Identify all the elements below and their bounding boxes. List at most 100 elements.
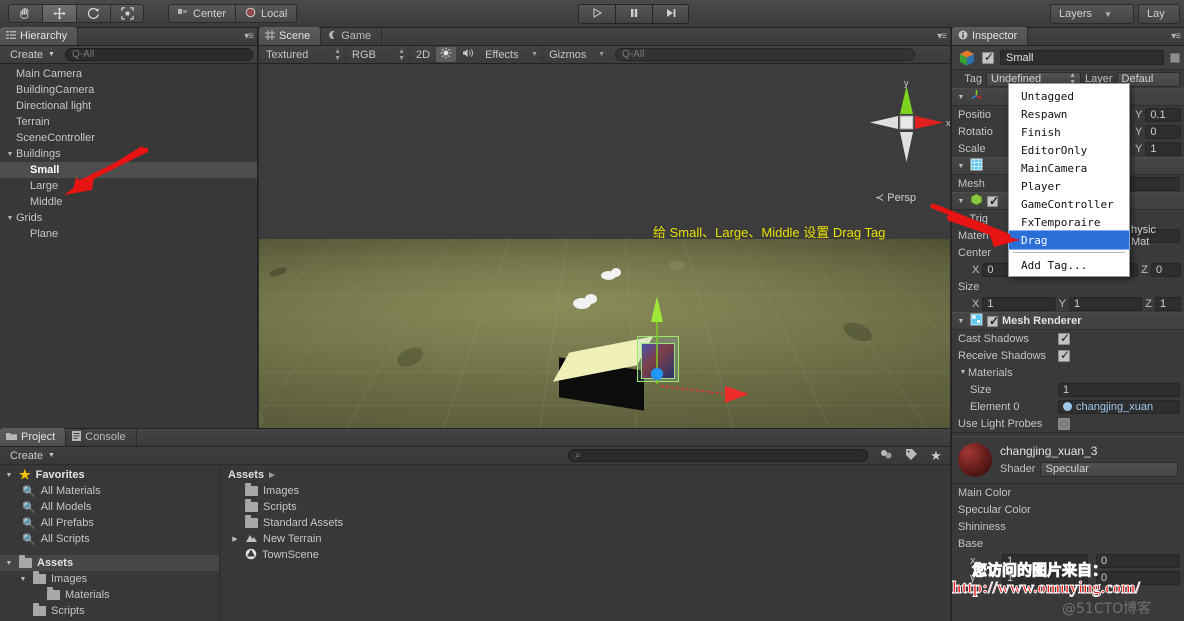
size-y-input[interactable]: 1 bbox=[1068, 296, 1143, 311]
tab-hierarchy[interactable]: Hierarchy bbox=[0, 27, 79, 45]
mesh-renderer-component-header[interactable]: ▼ Mesh Renderer bbox=[952, 312, 1184, 330]
scene-axis-gizmo[interactable]: y x bbox=[862, 78, 950, 168]
object-active-checkbox[interactable] bbox=[982, 50, 994, 64]
scale-tool-button[interactable] bbox=[110, 4, 144, 23]
tiling-x-input[interactable]: 1 bbox=[1002, 553, 1088, 568]
perspective-label[interactable]: ≺ Persp bbox=[875, 191, 916, 204]
hand-tool-button[interactable] bbox=[8, 4, 42, 23]
material-prop-shininess[interactable]: Shininess bbox=[952, 518, 1184, 535]
chevron-down-icon[interactable]: ▼ bbox=[956, 318, 966, 325]
rotate-tool-button[interactable] bbox=[76, 4, 110, 23]
color-mode-dropdown[interactable]: RGB ▲ ▼ bbox=[348, 47, 410, 62]
material-prop-main-color[interactable]: Main Color bbox=[952, 484, 1184, 501]
project-tree-item-scripts[interactable]: Scripts bbox=[0, 603, 219, 619]
tag-dropdown-menu[interactable]: Untagged Respawn Finish EditorOnly MainCamer… bbox=[1008, 83, 1130, 277]
chevron-down-icon[interactable]: ▼ bbox=[4, 151, 16, 158]
asset-item-standard-assets[interactable]: Standard Assets bbox=[220, 515, 950, 531]
materials-row[interactable]: ▼ Materials bbox=[952, 364, 1184, 381]
offset-y-input[interactable]: 0 bbox=[1096, 570, 1180, 585]
receive-shadows-checkbox[interactable] bbox=[1058, 348, 1070, 362]
hierarchy-item-scenecontroller[interactable]: ▼SceneController bbox=[0, 130, 257, 146]
inspector-menu-icon[interactable]: ▾≡ bbox=[1171, 31, 1181, 42]
play-button[interactable] bbox=[578, 4, 615, 24]
chevron-down-icon[interactable]: ▼ bbox=[956, 163, 966, 170]
asset-item-new-terrain[interactable]: ▶ New Terrain bbox=[220, 531, 950, 547]
static-checkbox[interactable] bbox=[1170, 52, 1180, 63]
size-x-input[interactable]: 1 bbox=[982, 296, 1056, 311]
cast-shadows-checkbox[interactable] bbox=[1058, 331, 1070, 345]
rotation-y-input[interactable]: 0 bbox=[1145, 124, 1181, 139]
filter-type-button[interactable] bbox=[876, 448, 897, 463]
hierarchy-item-terrain[interactable]: ▼Terrain bbox=[0, 114, 257, 130]
hierarchy-item-large[interactable]: ▼ Large bbox=[0, 178, 257, 194]
menu-item-player[interactable]: Player bbox=[1009, 177, 1129, 195]
project-create-button[interactable]: Create ▼ bbox=[4, 449, 60, 463]
hierarchy-item-small[interactable]: ▼ Small bbox=[0, 162, 257, 178]
menu-item-fxtemporaire[interactable]: FxTemporaire bbox=[1009, 213, 1129, 231]
asset-item-scripts[interactable]: Scripts bbox=[220, 499, 950, 515]
hierarchy-item-plane[interactable]: ▼ Plane bbox=[0, 226, 257, 242]
toggle-lighting-button[interactable] bbox=[436, 47, 457, 62]
tab-project[interactable]: Project bbox=[0, 428, 67, 446]
space-toggle-button[interactable]: Local bbox=[235, 4, 298, 23]
favorites-root[interactable]: ▼ ★ Favorites bbox=[0, 467, 219, 483]
hierarchy-item-grids[interactable]: ▼ Grids bbox=[0, 210, 257, 226]
chevron-down-icon[interactable]: ▼ bbox=[4, 472, 14, 479]
chevron-down-icon[interactable]: ▼ bbox=[4, 560, 14, 567]
tab-inspector[interactable]: Inspector bbox=[952, 27, 1029, 45]
menu-item-untagged[interactable]: Untagged bbox=[1009, 87, 1129, 105]
offset-x-input[interactable]: 0 bbox=[1096, 553, 1180, 568]
chevron-down-icon[interactable]: ▼ bbox=[4, 215, 16, 222]
tab-console[interactable]: Console bbox=[66, 428, 137, 446]
effects-dropdown[interactable]: Effects ▼ bbox=[481, 47, 544, 62]
project-search-input[interactable]: ⌕ bbox=[568, 449, 868, 462]
hierarchy-create-button[interactable]: Create ▼ bbox=[4, 48, 61, 62]
favorite-button[interactable]: ★ bbox=[926, 448, 946, 463]
asset-item-townscene[interactable]: TownScene bbox=[220, 547, 950, 563]
favorite-item-all-materials[interactable]: 🔍 All Materials bbox=[0, 483, 219, 499]
material-prop-specular-color[interactable]: Specular Color bbox=[952, 501, 1184, 518]
hierarchy-item-buildings[interactable]: ▼ Buildings bbox=[0, 146, 257, 162]
menu-item-drag[interactable]: Drag bbox=[1008, 230, 1130, 250]
draw-mode-dropdown[interactable]: Textured ▲ ▼ bbox=[262, 47, 346, 62]
scene-viewport[interactable]: 给 Small、Large、Middle 设置 Drag Tag y x ≺ P… bbox=[259, 64, 950, 445]
box-collider-enabled-checkbox[interactable] bbox=[987, 194, 999, 208]
toggle-2d-button[interactable]: 2D bbox=[412, 47, 434, 62]
material-prop-base[interactable]: Base bbox=[952, 535, 1184, 552]
menu-item-editoronly[interactable]: EditorOnly bbox=[1009, 141, 1129, 159]
object-name-input[interactable]: Small bbox=[1000, 50, 1164, 65]
move-gizmo[interactable] bbox=[629, 254, 759, 404]
pause-button[interactable] bbox=[615, 4, 652, 24]
assets-root[interactable]: ▼ Assets bbox=[0, 555, 219, 571]
mesh-renderer-enabled-checkbox[interactable] bbox=[987, 314, 999, 328]
chevron-right-icon[interactable]: ▶ bbox=[230, 535, 240, 543]
favorite-item-all-models[interactable]: 🔍 All Models bbox=[0, 499, 219, 515]
menu-item-add-tag[interactable]: Add Tag... bbox=[1009, 256, 1129, 274]
move-tool-button[interactable] bbox=[42, 4, 76, 23]
menu-item-finish[interactable]: Finish bbox=[1009, 123, 1129, 141]
favorite-item-all-scripts[interactable]: 🔍 All Scripts bbox=[0, 531, 219, 547]
tab-scene[interactable]: Scene bbox=[259, 27, 322, 45]
layers-dropdown[interactable]: Layers ▼ bbox=[1050, 4, 1134, 24]
asset-item-images[interactable]: Images bbox=[220, 483, 950, 499]
hierarchy-search-input[interactable]: Q-All bbox=[64, 48, 253, 61]
hierarchy-item-main-camera[interactable]: ▼Main Camera bbox=[0, 66, 257, 82]
chevron-down-icon[interactable]: ▼ bbox=[956, 94, 966, 101]
size-z-input[interactable]: 1 bbox=[1155, 296, 1182, 311]
use-light-probes-checkbox[interactable] bbox=[1058, 417, 1070, 430]
chevron-down-icon[interactable]: ▼ bbox=[18, 576, 28, 583]
hierarchy-item-middle[interactable]: ▼ Middle bbox=[0, 194, 257, 210]
layout-dropdown[interactable]: Lay bbox=[1138, 4, 1180, 24]
project-tree-item-images[interactable]: ▼ Images bbox=[0, 571, 219, 587]
favorite-item-all-prefabs[interactable]: 🔍 All Prefabs bbox=[0, 515, 219, 531]
filter-label-button[interactable] bbox=[901, 448, 922, 463]
hierarchy-item-buildingcamera[interactable]: ▼BuildingCamera bbox=[0, 82, 257, 98]
project-tree-item-materials[interactable]: Materials bbox=[0, 587, 219, 603]
scene-search-input[interactable]: Q-All bbox=[615, 48, 916, 61]
hierarchy-menu-icon[interactable]: ▾≡ bbox=[244, 31, 254, 42]
pivot-toggle-button[interactable]: Center bbox=[168, 4, 236, 23]
materials-size-input[interactable]: 1 bbox=[1058, 382, 1180, 397]
position-y-input[interactable]: 0.1 bbox=[1145, 107, 1181, 122]
gizmos-dropdown[interactable]: Gizmos ▼ bbox=[545, 47, 609, 62]
hierarchy-item-directional-light[interactable]: ▼Directional light bbox=[0, 98, 257, 114]
